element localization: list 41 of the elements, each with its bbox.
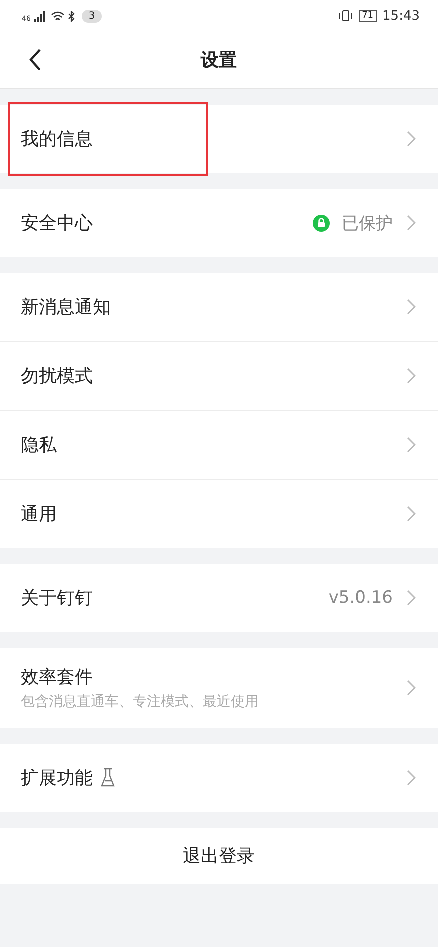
vibrate-icon (339, 10, 354, 22)
version-text: v5.0.16 (328, 588, 393, 608)
settings-item[interactable]: 关于钉钉 v5.0.16 (0, 564, 438, 632)
back-icon[interactable] (28, 48, 42, 72)
chevron-icon (407, 770, 416, 786)
item-label: 勿扰模式 (21, 365, 93, 388)
settings-item[interactable]: 隐私 (0, 410, 438, 479)
signal-icon (34, 10, 48, 22)
chevron-icon (407, 131, 416, 147)
chevron-icon (407, 680, 416, 696)
item-description: 包含消息直通车、专注模式、最近使用 (21, 693, 260, 711)
settings-item[interactable]: 新消息通知 (0, 273, 438, 341)
chevron-icon (407, 437, 416, 453)
item-label: 关于钉钉 (21, 587, 93, 610)
item-label: 新消息通知 (21, 296, 111, 319)
item-label: 效率套件 (21, 666, 93, 689)
page-title: 设置 (201, 49, 237, 72)
item-label: 我的信息 (21, 128, 93, 151)
chevron-icon (407, 368, 416, 384)
wifi-icon (50, 10, 65, 22)
flask-icon (101, 768, 115, 788)
settings-item[interactable]: 效率套件 包含消息直通车、专注模式、最近使用 (0, 648, 438, 728)
lock-icon (313, 214, 330, 232)
bluetooth-icon (68, 10, 75, 22)
item-label: 安全中心 (21, 212, 93, 235)
settings-item[interactable]: 扩展功能 (0, 744, 438, 812)
chevron-icon (407, 506, 416, 522)
item-label: 隐私 (21, 434, 57, 457)
chevron-icon (407, 590, 416, 606)
item-label: 扩展功能 (21, 767, 93, 790)
battery-level: 71 (359, 10, 377, 22)
clock: 15:43 (382, 8, 420, 24)
settings-item[interactable]: 我的信息 (0, 105, 438, 173)
settings-item[interactable]: 通用 (0, 479, 438, 548)
chevron-icon (407, 215, 416, 231)
status-text: 已保护 (342, 212, 393, 234)
notification-count: 3 (82, 10, 102, 22)
chevron-icon (407, 299, 416, 315)
settings-item[interactable]: 安全中心 已保护 (0, 189, 438, 257)
item-label: 通用 (21, 503, 57, 526)
settings-item[interactable]: 勿扰模式 (0, 341, 438, 410)
